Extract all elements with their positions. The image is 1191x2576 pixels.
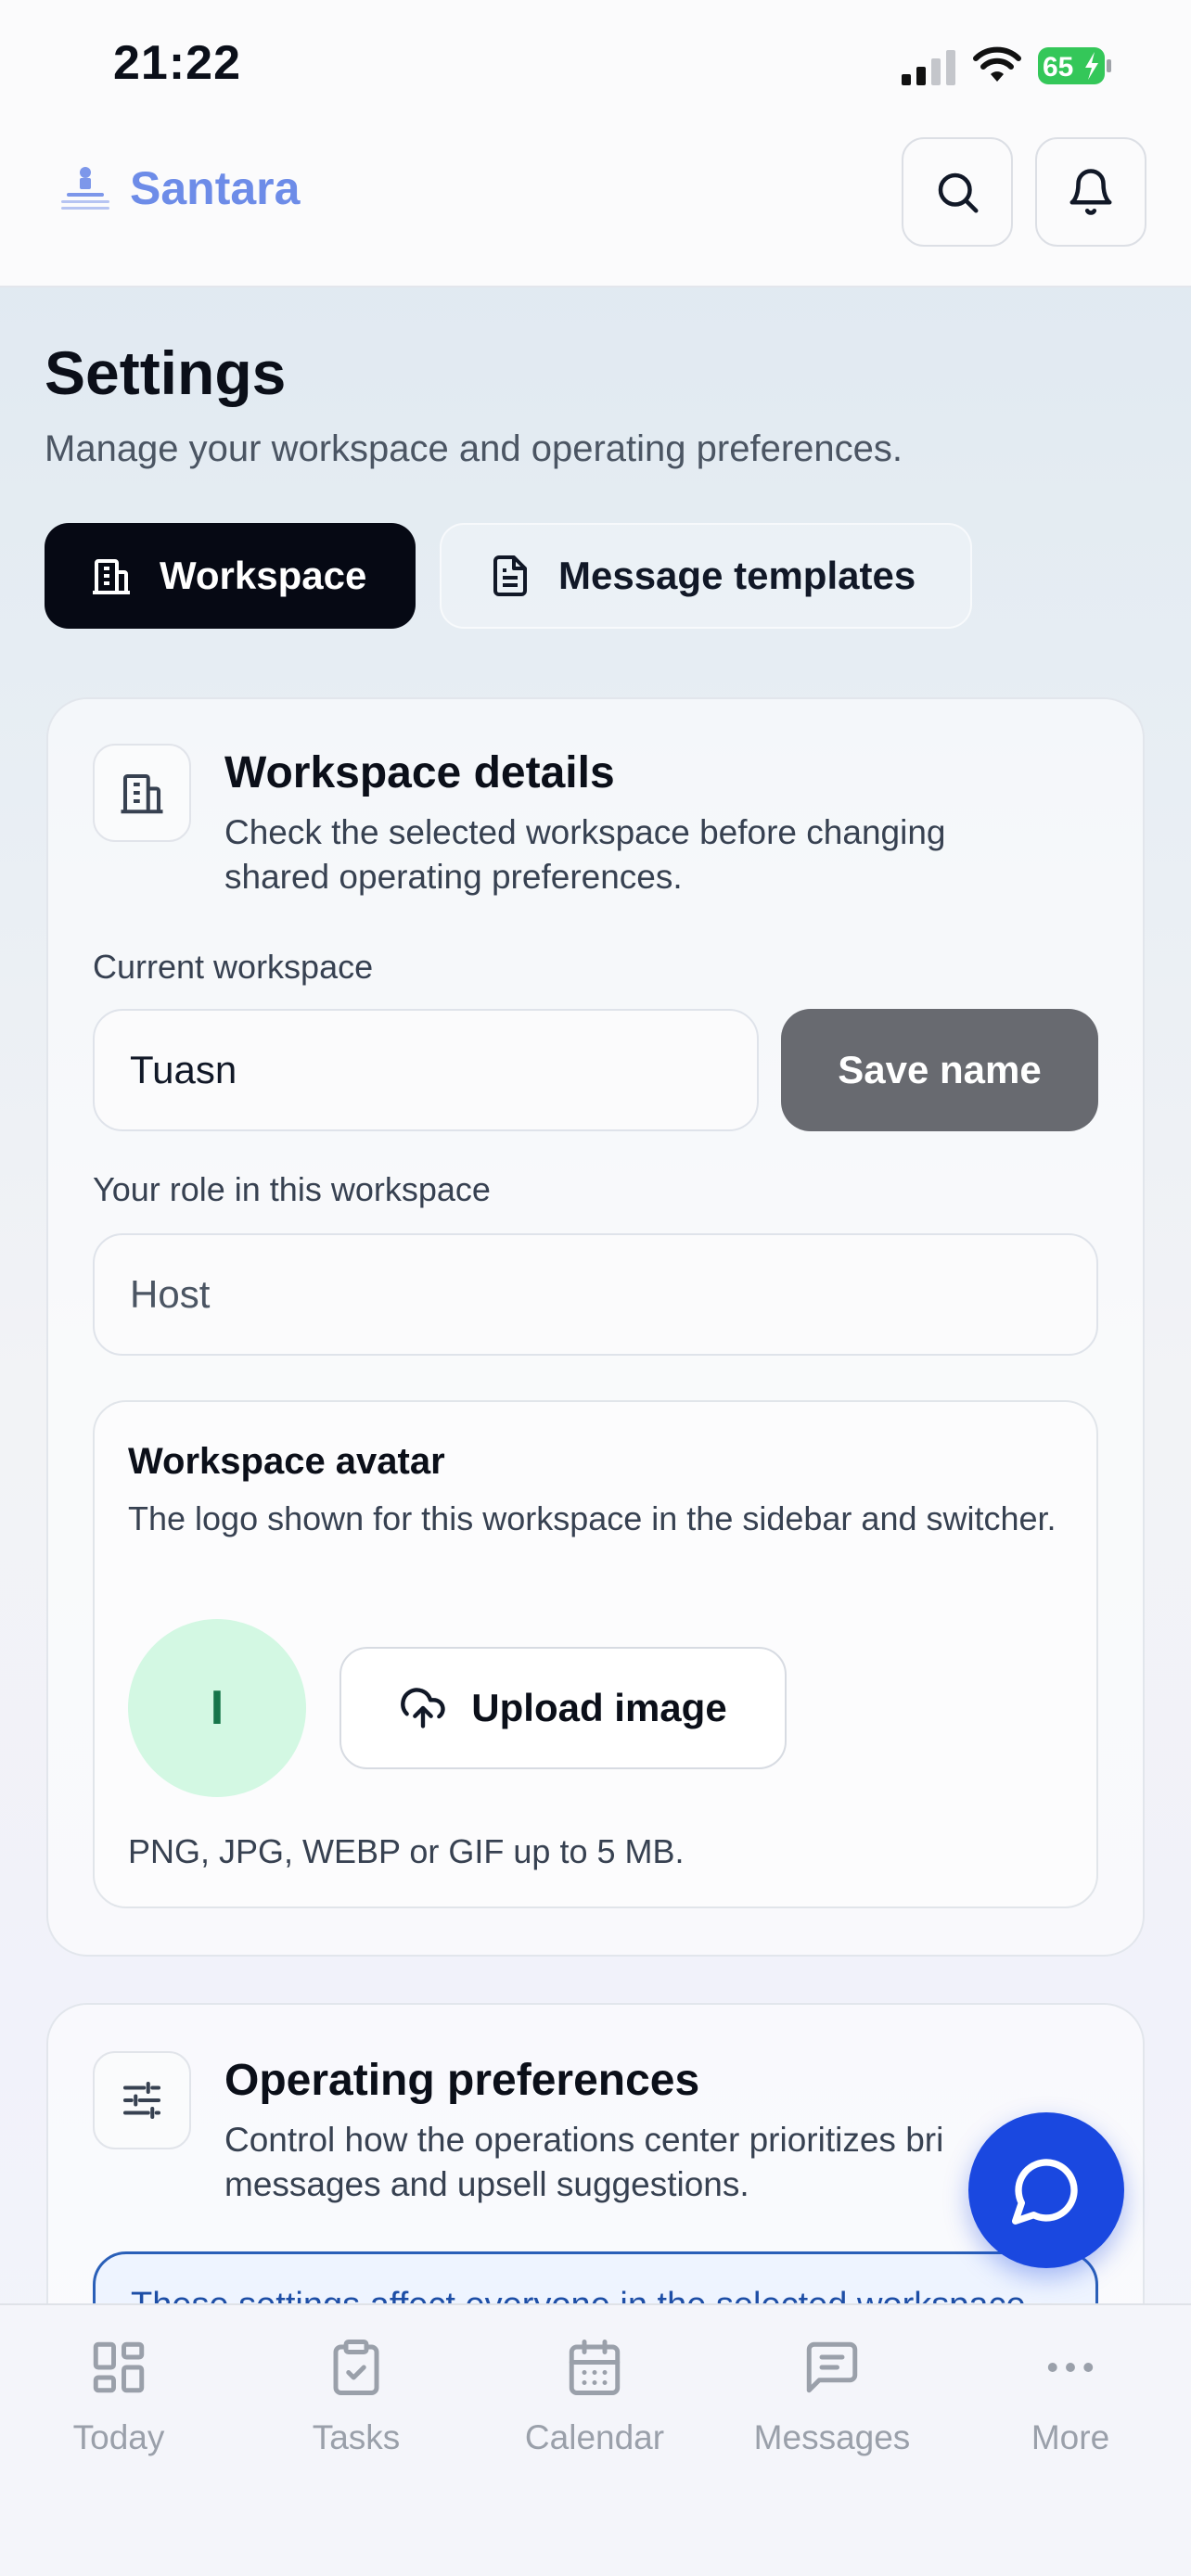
upload-cloud-icon	[401, 1688, 445, 1728]
grid-icon	[93, 2341, 145, 2393]
calendar-icon	[569, 2340, 621, 2395]
building-icon	[121, 773, 163, 814]
avatar-upload-hint: PNG, JPG, WEBP or GIF up to 5 MB.	[128, 1832, 685, 1870]
file-text-icon	[493, 555, 527, 596]
brand-name[interactable]: Santara	[130, 161, 300, 215]
nav-item-more[interactable]: More	[978, 2337, 1163, 2457]
nav-item-calendar[interactable]: Calendar	[502, 2337, 687, 2457]
svg-text:65: 65	[1043, 52, 1073, 83]
nav-more-label: More	[1031, 2418, 1110, 2456]
page-title: Settings	[45, 338, 287, 407]
tab-message-templates-label: Message templates	[558, 554, 916, 597]
building-icon	[93, 559, 130, 594]
nav-tasks-label: Tasks	[312, 2418, 401, 2456]
avatar-section-description: The logo shown for this workspace in the…	[128, 1499, 1057, 1537]
nav-item-today[interactable]: Today	[26, 2337, 211, 2457]
page-subtitle: Manage your workspace and operating pref…	[45, 428, 903, 469]
status-bar: 21:22 65	[0, 0, 1191, 130]
search-icon	[938, 172, 979, 213]
workspace-name-input[interactable]: Tuasn	[93, 1009, 759, 1131]
workspace-card-icon-wrap	[93, 744, 191, 842]
nav-item-tasks[interactable]: Tasks	[263, 2337, 449, 2457]
wifi-icon	[973, 46, 1021, 82]
preferences-card-title: Operating preferences	[224, 2056, 700, 2105]
chat-bubble-icon	[1012, 2159, 1078, 2225]
current-workspace-label: Current workspace	[93, 948, 374, 986]
role-label: Your role in this workspace	[93, 1170, 491, 1208]
upload-image-button[interactable]: Upload image	[339, 1647, 787, 1769]
battery-icon: 65	[1038, 47, 1111, 84]
nav-today-label: Today	[72, 2418, 165, 2456]
cellular-signal-icon	[902, 50, 955, 85]
preferences-card-description: Control how the operations center priori…	[224, 2121, 944, 2203]
workspace-avatar: I	[128, 1619, 306, 1797]
tab-workspace[interactable]: Workspace	[45, 523, 416, 629]
message-square-icon	[806, 2341, 858, 2393]
preferences-card-icon-wrap	[93, 2051, 191, 2149]
sliders-icon	[122, 2081, 161, 2120]
tab-message-templates[interactable]: Message templates	[440, 523, 972, 629]
role-field: Host	[93, 1233, 1098, 1356]
bell-icon	[1069, 169, 1112, 215]
save-name-button[interactable]: Save name	[781, 1009, 1098, 1131]
more-dots-icon	[1047, 2363, 1094, 2372]
nav-messages-label: Messages	[753, 2418, 911, 2456]
status-time: 21:22	[113, 36, 241, 90]
avatar-section-title: Workspace avatar	[128, 1441, 445, 1482]
brand-logo-icon	[61, 167, 109, 210]
nav-item-messages[interactable]: Messages	[739, 2337, 925, 2457]
tab-workspace-label: Workspace	[160, 554, 367, 597]
workspace-card-description: Check the selected workspace before chan…	[224, 813, 946, 896]
notifications-button[interactable]	[1035, 137, 1146, 247]
clipboard-check-icon	[333, 2340, 379, 2395]
search-button[interactable]	[902, 137, 1013, 247]
upload-image-label: Upload image	[471, 1686, 727, 1729]
chat-fab-button[interactable]	[968, 2112, 1124, 2268]
nav-calendar-label: Calendar	[524, 2418, 665, 2456]
workspace-card-title: Workspace details	[224, 748, 615, 797]
